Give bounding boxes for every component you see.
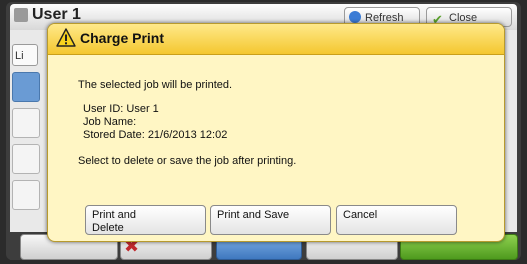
sidebar-item[interactable] — [12, 72, 40, 102]
cancel-label: Cancel — [343, 209, 378, 221]
print-and-delete-label-line1: Print and — [92, 209, 137, 221]
refresh-icon — [349, 11, 361, 23]
dialog-titlebar: Charge Print — [48, 24, 504, 55]
page-title: User 1 — [32, 6, 81, 23]
job-name-text: Job Name: — [83, 116, 137, 128]
charge-print-dialog: Charge Print The selected job will be pr… — [47, 23, 505, 242]
stored-date-text: Stored Date: 21/6/2013 12:02 — [83, 129, 228, 141]
user-id-text: User ID: User 1 — [83, 103, 159, 115]
dialog-title: Charge Print — [80, 30, 165, 46]
sidebar-item[interactable] — [12, 144, 40, 174]
dialog-message: The selected job will be printed. — [78, 79, 233, 91]
list-tab[interactable]: Li — [12, 44, 38, 66]
document-icon — [14, 8, 28, 22]
print-and-save-button[interactable]: Print and Save — [210, 205, 331, 235]
print-and-save-label: Print and Save — [217, 209, 290, 221]
print-and-delete-label-line2: Delete — [92, 222, 124, 234]
cancel-button[interactable]: Cancel — [336, 205, 457, 235]
sidebar-item[interactable] — [12, 180, 40, 210]
dialog-instruction: Select to delete or save the job after p… — [78, 155, 297, 167]
sidebar-item[interactable] — [12, 108, 40, 138]
print-and-delete-button[interactable]: Print and Delete — [85, 205, 206, 235]
warning-icon — [56, 28, 76, 47]
